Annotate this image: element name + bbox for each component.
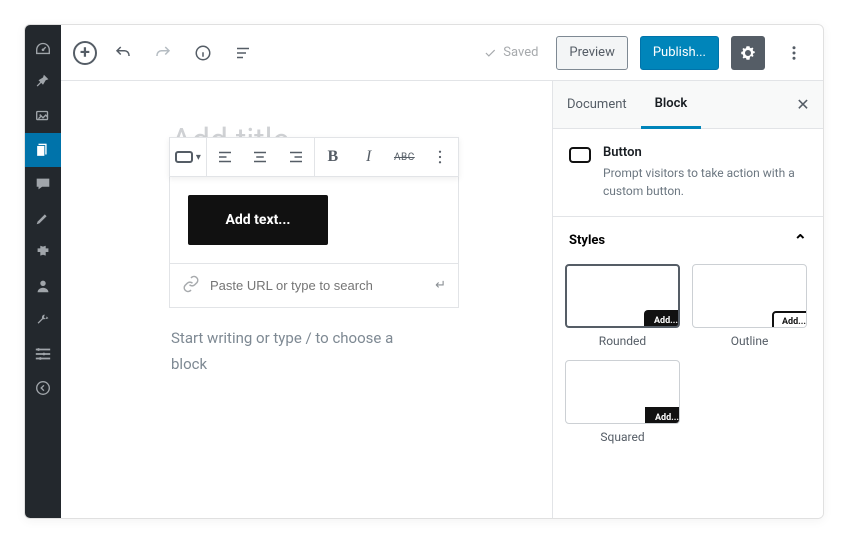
sidebar-users-icon[interactable] — [25, 269, 61, 303]
main-panel: + Saved Preview Publish... Add — [61, 25, 823, 518]
submit-url-icon[interactable]: ↵ — [435, 278, 446, 293]
saved-label: Saved — [503, 45, 538, 60]
align-left-button[interactable] — [207, 137, 243, 177]
editor-canvas: Add title ▾ B I ABC — [61, 81, 552, 518]
style-label: Squared — [565, 424, 680, 444]
align-center-button[interactable] — [243, 137, 279, 177]
settings-gear-button[interactable] — [731, 36, 765, 70]
align-right-button[interactable] — [278, 137, 314, 177]
inspector-block-header: Button Prompt visitors to take action wi… — [553, 129, 823, 217]
sidebar-plugins-icon[interactable] — [25, 235, 61, 269]
styles-section-label: Styles — [569, 233, 605, 248]
button-block[interactable]: Add text... — [169, 177, 459, 264]
close-inspector-button[interactable]: ✕ — [783, 95, 823, 114]
style-squared[interactable]: Add... Squared — [565, 360, 680, 444]
inspector-panel: Document Block ✕ Button Prompt visitors … — [552, 81, 823, 518]
inspector-tabs: Document Block ✕ — [553, 81, 823, 129]
block-type-button[interactable]: ▾ — [170, 137, 206, 177]
chevron-up-icon: ⌃ — [794, 231, 807, 250]
sidebar-comments-icon[interactable] — [25, 167, 61, 201]
url-input[interactable] — [210, 278, 425, 293]
link-icon — [182, 275, 200, 297]
block-toolbar: ▾ B I ABC — [169, 137, 459, 177]
styles-section-toggle[interactable]: Styles ⌃ — [553, 217, 823, 264]
sidebar-pages-icon[interactable] — [25, 133, 61, 167]
save-status: Saved — [483, 45, 538, 60]
sidebar-dashboard-icon[interactable] — [25, 31, 61, 65]
strikethrough-button[interactable]: ABC — [387, 137, 423, 177]
sidebar-media-icon[interactable] — [25, 99, 61, 133]
inspector-block-description: Prompt visitors to take action with a cu… — [603, 164, 807, 200]
block-more-button[interactable] — [422, 137, 458, 177]
more-menu-button[interactable] — [777, 36, 811, 70]
url-input-row: ↵ — [169, 264, 459, 308]
sidebar-collapse-icon[interactable] — [25, 371, 61, 405]
tab-document[interactable]: Document — [553, 81, 641, 129]
button-text-input[interactable]: Add text... — [226, 212, 291, 228]
sidebar-settings-icon[interactable] — [25, 337, 61, 371]
styles-grid: Add... Rounded Add... Outline Add... Squ… — [553, 264, 823, 460]
style-outline[interactable]: Add... Outline — [692, 264, 807, 348]
sidebar-appearance-icon[interactable] — [25, 201, 61, 235]
topbar: + Saved Preview Publish... — [61, 25, 823, 81]
sidebar-pin-icon[interactable] — [25, 65, 61, 99]
redo-button[interactable] — [149, 39, 177, 67]
undo-button[interactable] — [109, 39, 137, 67]
style-label: Rounded — [565, 328, 680, 348]
sidebar-tools-icon[interactable] — [25, 303, 61, 337]
paragraph-placeholder[interactable]: Start writing or type / to choose a bloc… — [171, 326, 431, 377]
preview-button[interactable]: Preview — [556, 36, 627, 70]
info-button[interactable] — [189, 39, 217, 67]
button-block-icon — [569, 147, 591, 163]
bold-button[interactable]: B — [315, 137, 351, 177]
italic-button[interactable]: I — [351, 137, 387, 177]
inspector-block-title: Button — [603, 145, 807, 160]
style-rounded[interactable]: Add... Rounded — [565, 264, 680, 348]
outline-button[interactable] — [229, 39, 257, 67]
style-label: Outline — [692, 328, 807, 348]
tab-block[interactable]: Block — [641, 81, 702, 129]
admin-sidebar — [25, 25, 61, 518]
publish-button[interactable]: Publish... — [640, 36, 719, 70]
add-block-button[interactable]: + — [73, 41, 97, 65]
